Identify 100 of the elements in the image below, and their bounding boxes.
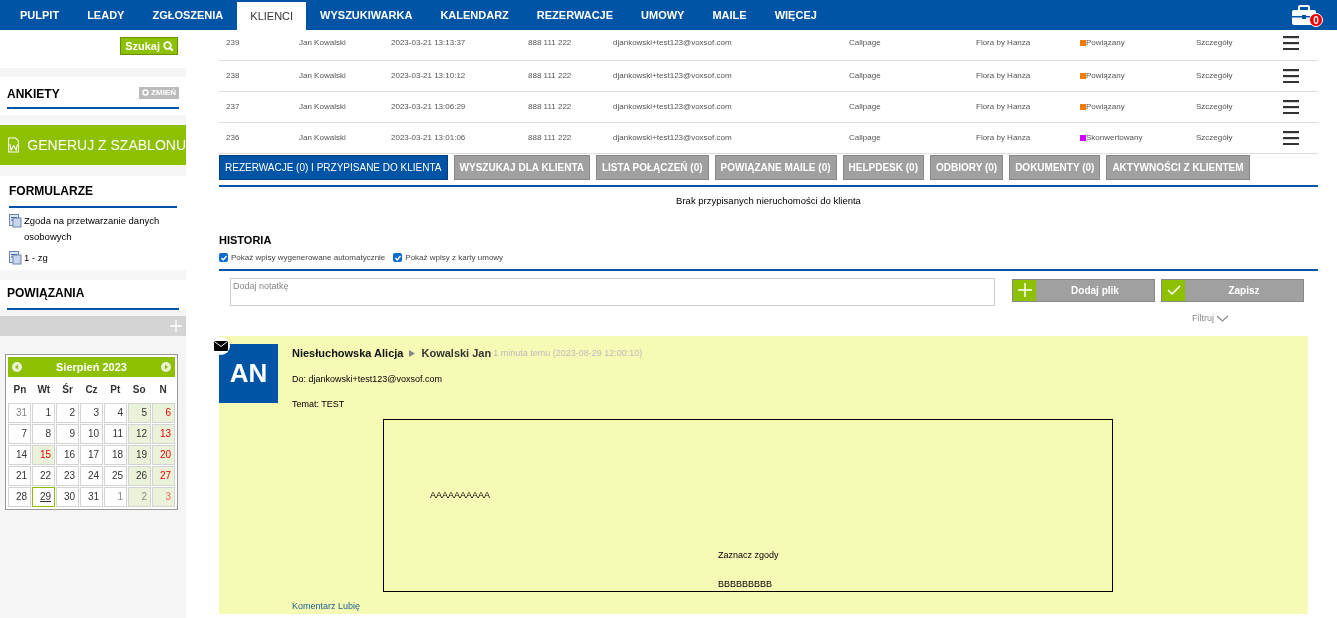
calendar-day[interactable]: 16 [56, 445, 79, 465]
calendar-day[interactable]: 24 [80, 466, 103, 486]
weekday-label: Pt [109, 382, 122, 397]
details-link[interactable]: Szczegóły [1196, 101, 1276, 113]
plus-icon [1017, 283, 1032, 298]
calendar-day[interactable]: 31 [8, 403, 31, 423]
document-icon [9, 214, 22, 228]
form-link[interactable]: Zgoda na przetwarzanie danych osobowych [24, 213, 177, 245]
details-link[interactable]: Szczegóły [1196, 70, 1276, 82]
calendar-day[interactable]: 31 [80, 487, 103, 507]
arrow-icon [409, 350, 416, 357]
calendar-day[interactable]: 8 [32, 424, 55, 444]
calendar-day[interactable]: 17 [80, 445, 103, 465]
table-cell-text: 237 [225, 101, 241, 113]
calendar-day[interactable]: 18 [104, 445, 127, 465]
table-cell-text: djankowski+test123@voxsof.com [613, 37, 733, 49]
filter-button[interactable]: Filtruj [1192, 311, 1229, 326]
search-icon [163, 41, 173, 51]
table-cell-text: 888 111 222 [528, 132, 573, 144]
table-cell-text: 2023-03-21 13:10:12 [391, 70, 467, 82]
table-cell-text: Jan Kowalski [299, 70, 347, 82]
calendar-day[interactable]: 19 [128, 445, 151, 465]
calendar-day[interactable]: 28 [8, 487, 31, 507]
calendar-day[interactable]: 10 [80, 424, 103, 444]
table-cell-text: Callpage [849, 37, 882, 49]
table-cell-text: 239 [225, 37, 241, 49]
email-text: BBBBBBBBB [718, 577, 773, 591]
calendar-day[interactable]: 27 [152, 466, 175, 486]
tab-button[interactable]: REZERWACJE (0) I PRZYPISANE DO KLIENTA [219, 155, 448, 180]
nav-tab[interactable]: LEADY [73, 0, 139, 30]
nav-tab[interactable]: KLIENCI [237, 2, 307, 30]
table-cell-text: 888 111 222 [528, 70, 573, 82]
note-field[interactable]: Dodaj notatkę [230, 277, 995, 306]
calendar-day[interactable]: 11 [104, 424, 127, 444]
calendar-day[interactable]: 30 [56, 487, 79, 507]
check-icon [219, 253, 228, 262]
details-link[interactable]: Szczegóły [1196, 132, 1276, 144]
calendar-day[interactable]: 6 [152, 403, 175, 423]
envelope-drawing [214, 341, 228, 352]
sender-name: Niesłuchowska Alicja [292, 346, 404, 362]
table-cell-text: Callpage [849, 101, 882, 113]
nav-tab[interactable]: WIĘCEJ [760, 0, 831, 30]
next-icon [161, 362, 171, 372]
menu-button[interactable] [1283, 100, 1299, 114]
briefcase-drawing [1291, 3, 1317, 26]
checkbox[interactable] [393, 253, 403, 263]
menu-icon [1283, 69, 1299, 83]
weekday-label: Cz [84, 382, 99, 397]
calendar-day[interactable]: 26 [128, 466, 151, 486]
notification-badge: 0 [1309, 13, 1323, 27]
status-label: Powiązany [1086, 37, 1125, 49]
weekday-label: Pn [12, 382, 28, 397]
calendar-day[interactable]: 9 [56, 424, 79, 444]
weekday-label: Śr [61, 382, 74, 397]
calendar-day[interactable]: 14 [8, 445, 31, 465]
calendar-day[interactable]: 5 [128, 403, 151, 423]
section-title: HISTORIA [219, 233, 273, 249]
calendar-day[interactable]: 1 [104, 487, 127, 507]
table-cell-text: Flora by Hanza [976, 132, 1032, 144]
nav-tab[interactable]: PULPIT [6, 0, 74, 30]
nav-tab[interactable]: UMOWY [627, 0, 699, 30]
gear-icon [142, 89, 150, 96]
calendar-day[interactable]: 13 [152, 424, 175, 444]
menu-button[interactable] [1283, 36, 1299, 50]
table-cell-text: Flora by Hanza [976, 70, 1032, 82]
plus-icon [170, 320, 182, 332]
document-icon [9, 251, 22, 265]
comment-like-links[interactable]: Komentarz Lubię [292, 599, 1113, 614]
calendar-day[interactable]: 15 [32, 445, 55, 465]
details-link[interactable]: Szczegóły [1196, 37, 1276, 49]
nav-tab[interactable]: REZERWACJE [522, 0, 628, 30]
calendar-day[interactable]: 23 [56, 466, 79, 486]
checkbox[interactable] [219, 253, 228, 263]
chevron-down-icon [1216, 315, 1229, 322]
calendar-day[interactable]: 21 [8, 466, 31, 486]
calendar-day[interactable]: 3 [80, 403, 103, 423]
table-cell-text: djankowski+test123@voxsof.com [613, 101, 733, 113]
timestamp: 1 minuta temu (2023-08-29 12:00:10) [493, 346, 643, 360]
table-cell-text: djankowski+test123@voxsof.com [613, 132, 733, 144]
form-link[interactable]: 1 - zg [24, 250, 48, 266]
weekday-label: N [158, 382, 168, 397]
calendar-day[interactable]: 4 [104, 403, 127, 423]
table-cell-text: Callpage [849, 70, 882, 82]
nav-tab[interactable]: KALENDARZ [426, 0, 523, 30]
recipient-address: Do: djankowski+test123@voxsof.com [292, 372, 443, 386]
nav-tab[interactable]: WYSZUKIWARKA [306, 0, 427, 30]
menu-button[interactable] [1283, 131, 1299, 145]
calendar-day[interactable]: 1 [32, 403, 55, 423]
previous-icon [12, 362, 22, 372]
calendar-day[interactable]: 22 [32, 466, 55, 486]
calendar-day[interactable]: 25 [104, 466, 127, 486]
calendar-day[interactable]: 12 [128, 424, 151, 444]
nav-tab[interactable]: MAILE [698, 0, 761, 30]
menu-button[interactable] [1283, 69, 1299, 83]
calendar-day[interactable]: 29 [32, 487, 55, 507]
calendar-day[interactable]: 20 [152, 445, 175, 465]
email-subject: Temat: TEST [292, 398, 346, 412]
calendar-day[interactable]: 7 [8, 424, 31, 444]
calendar-day[interactable]: 2 [56, 403, 79, 423]
nav-tab[interactable]: ZGŁOSZENIA [138, 0, 238, 30]
